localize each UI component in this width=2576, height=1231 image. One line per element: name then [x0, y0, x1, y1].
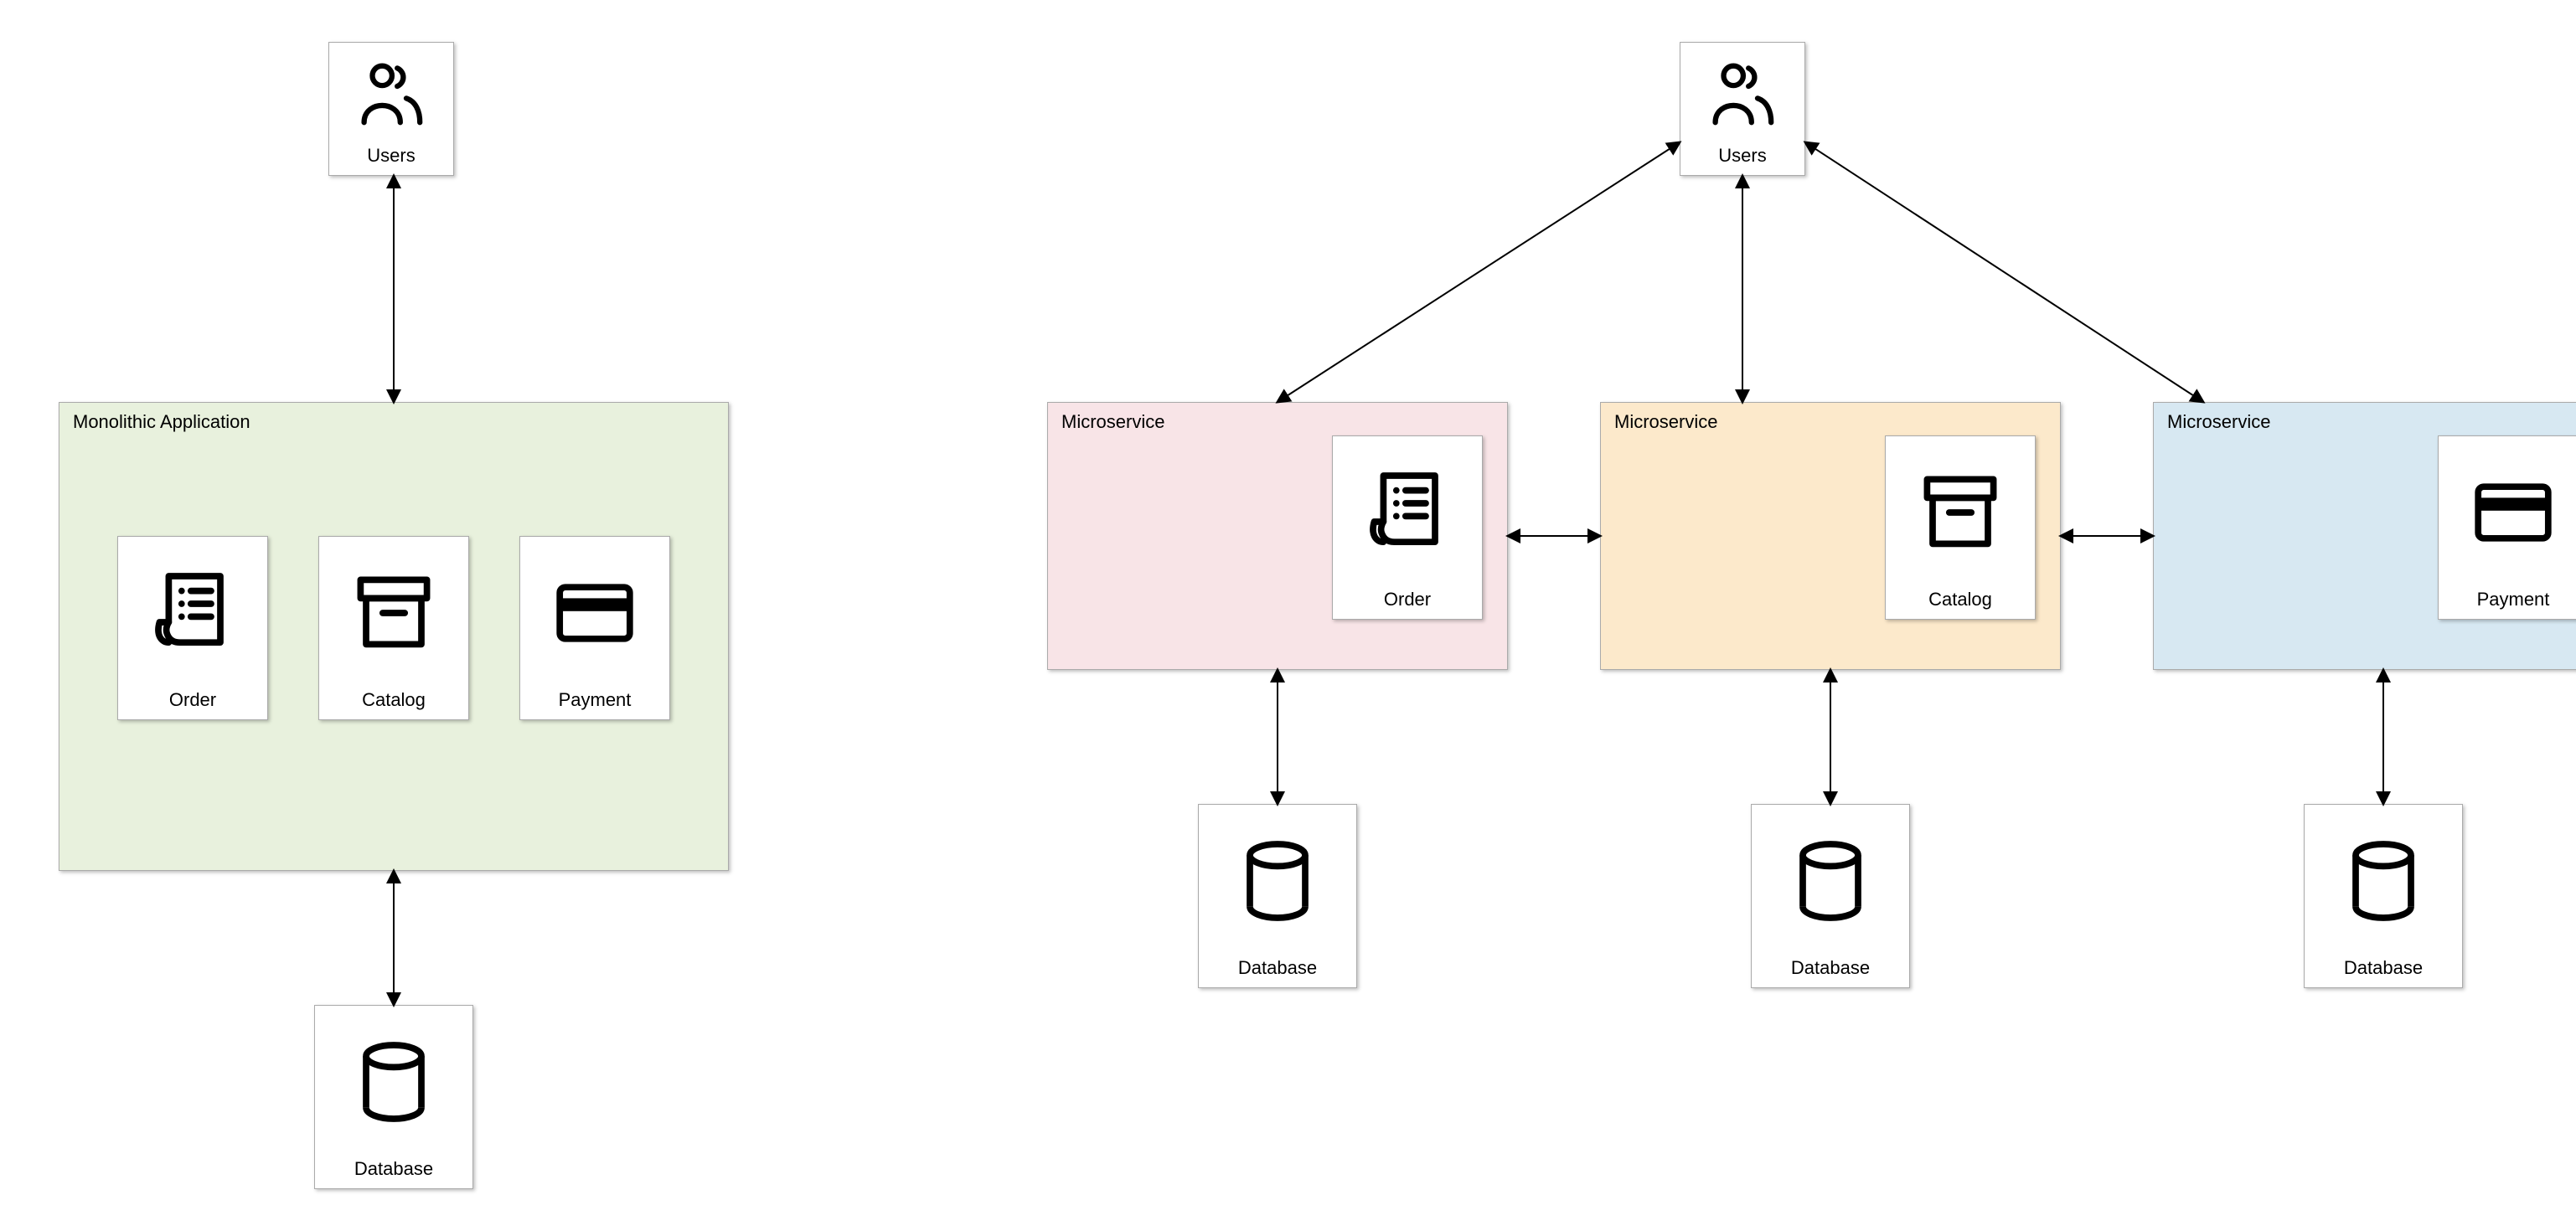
micro-payment-database-node: Database: [2304, 804, 2463, 988]
users-icon: [354, 48, 429, 140]
payment-icon: [549, 542, 641, 684]
monolith-users-node: Users: [328, 42, 454, 176]
monolith-catalog-node: Catalog: [318, 536, 469, 720]
microservice-label: Microservice: [1614, 411, 1717, 433]
database-icon: [348, 1011, 440, 1153]
order-icon: [147, 542, 239, 684]
diagram-canvas: Users Monolithic Application Order Catal…: [0, 0, 2576, 1231]
micro-catalog-node: Catalog: [1885, 435, 2036, 620]
order-label: Order: [1377, 584, 1438, 619]
order-icon: [1361, 441, 1453, 584]
database-label: Database: [1784, 952, 1877, 987]
micro-catalog-database-node: Database: [1751, 804, 1910, 988]
edge-payment-users: [1805, 142, 2203, 402]
payment-icon: [2467, 441, 2559, 584]
catalog-label: Catalog: [355, 684, 432, 719]
micro-order-database-node: Database: [1198, 804, 1357, 988]
monolith-order-node: Order: [117, 536, 268, 720]
database-icon: [1231, 810, 1324, 952]
users-label: Users: [1711, 140, 1773, 175]
catalog-icon: [348, 542, 440, 684]
order-label: Order: [163, 684, 223, 719]
database-icon: [1784, 810, 1877, 952]
micro-order-node: Order: [1332, 435, 1483, 620]
monolith-payment-node: Payment: [519, 536, 670, 720]
database-label: Database: [348, 1153, 440, 1188]
edge-order-users: [1278, 142, 1680, 402]
microservice-label: Microservice: [1061, 411, 1164, 433]
database-label: Database: [2337, 952, 2429, 987]
micro-payment-node: Payment: [2438, 435, 2576, 620]
monolith-database-node: Database: [314, 1005, 473, 1189]
payment-label: Payment: [552, 684, 638, 719]
database-label: Database: [1231, 952, 1324, 987]
monolith-container-label: Monolithic Application: [73, 411, 250, 433]
catalog-icon: [1914, 441, 2006, 584]
microservice-label: Microservice: [2167, 411, 2270, 433]
database-icon: [2337, 810, 2429, 952]
catalog-label: Catalog: [1922, 584, 1999, 619]
micro-users-node: Users: [1680, 42, 1805, 176]
users-label: Users: [360, 140, 421, 175]
users-icon: [1705, 48, 1780, 140]
payment-label: Payment: [2470, 584, 2557, 619]
